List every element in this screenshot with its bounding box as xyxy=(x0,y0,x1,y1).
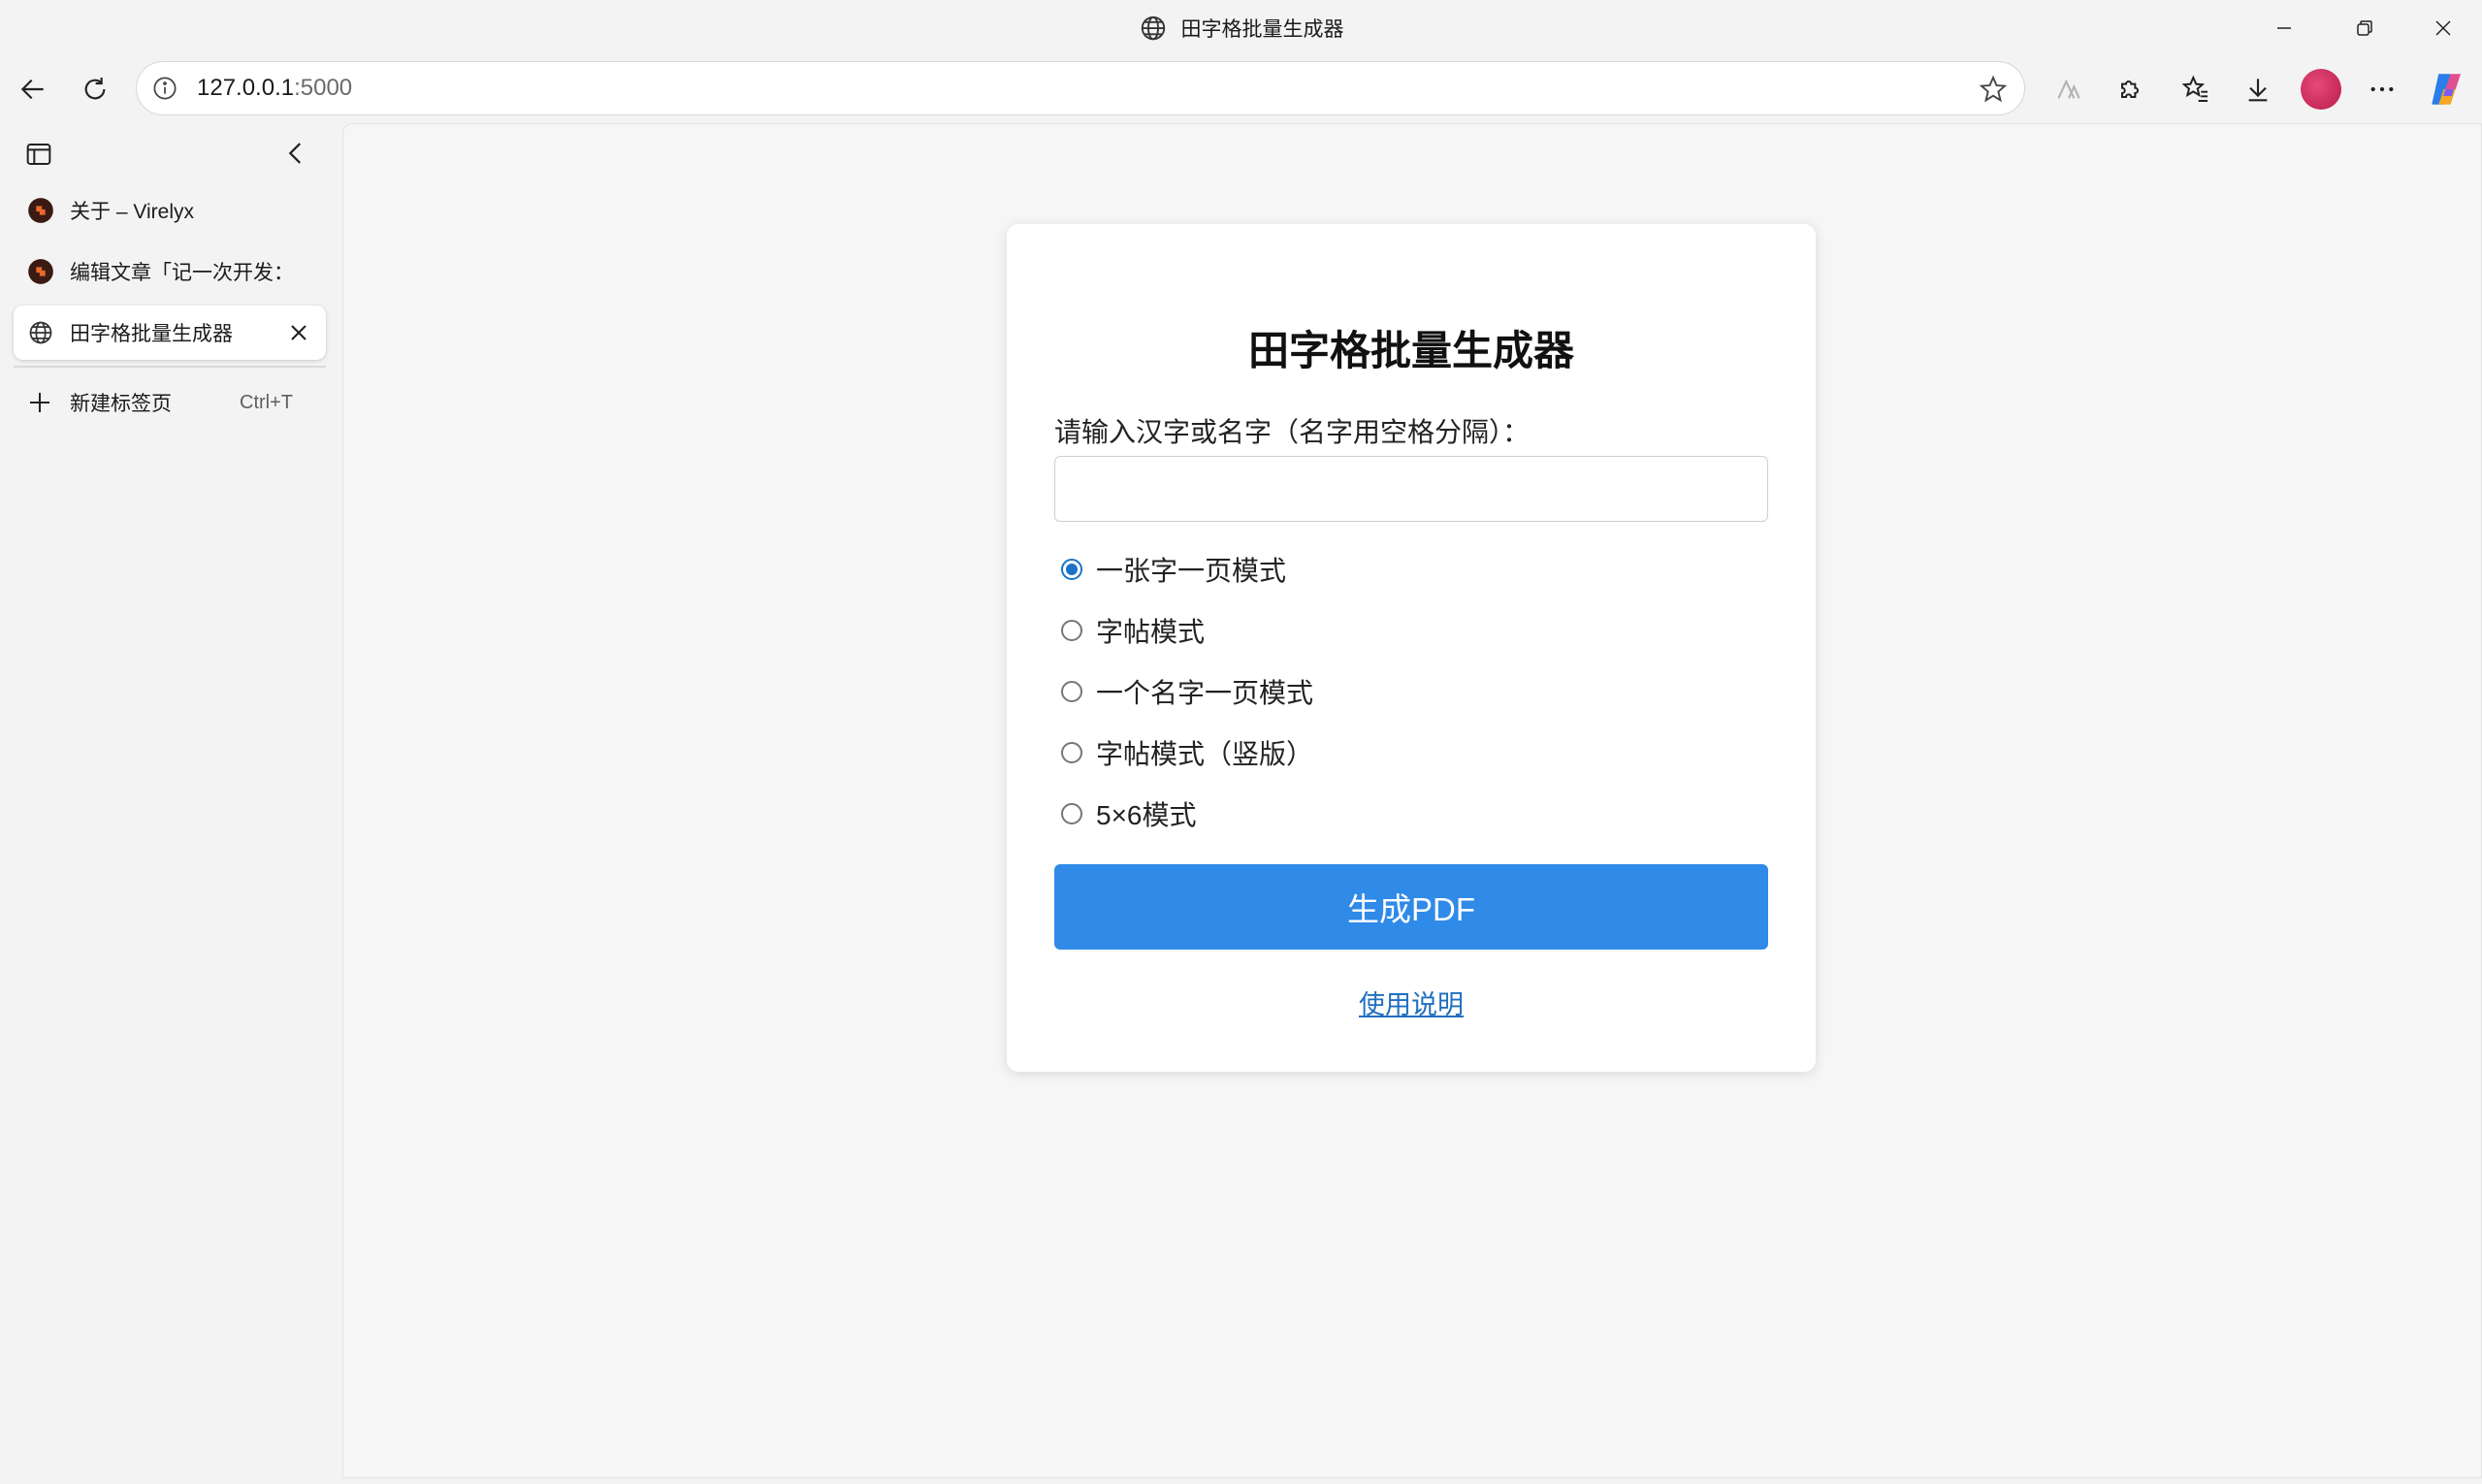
tab-virelyx-about[interactable]: 关于 – Virelyx xyxy=(14,183,326,238)
browser-toolbar: 127.0.0.1:5000 xyxy=(0,55,2482,123)
globe-icon xyxy=(29,321,52,344)
tab-tianzige-generator[interactable]: 田字格批量生成器 xyxy=(14,306,326,360)
downloads-button[interactable] xyxy=(2233,64,2283,114)
more-icon xyxy=(2370,86,2394,92)
url-port: :5000 xyxy=(294,75,353,101)
tab-label: 田字格批量生成器 xyxy=(70,323,233,345)
mode-option-label: 一个名字一页模式 xyxy=(1096,678,1314,708)
window-title-text: 田字格批量生成器 xyxy=(1180,18,1344,41)
usage-help-link[interactable]: 使用说明 xyxy=(1007,984,1816,1021)
globe-icon xyxy=(1141,16,1165,41)
download-icon xyxy=(2248,79,2268,102)
minimize-button[interactable] xyxy=(2244,0,2324,55)
mode-option-label: 一张字一页模式 xyxy=(1096,556,1287,586)
new-tab-button[interactable]: 新建标签页 Ctrl+T xyxy=(14,375,326,430)
read-aloud-icon xyxy=(2057,79,2080,99)
tab-label: 编辑文章「记一次开发： xyxy=(70,262,294,284)
plus-icon xyxy=(30,393,49,412)
favorite-star-icon[interactable] xyxy=(1978,74,2009,105)
favorites-icon xyxy=(2181,75,2208,102)
vertical-tabs-sidebar: 关于 – Virelyx 编辑文章「记一次开发： 田字格批量生成器 新建标签页 … xyxy=(0,123,342,1484)
generate-pdf-button[interactable]: 生成PDF xyxy=(1054,864,1768,950)
input-prompt-label: 请输入汉字或名字（名字用空格分隔）： xyxy=(1054,417,1531,447)
page-title: 田字格批量生成器 xyxy=(1247,328,1574,373)
site-favicon-icon xyxy=(28,198,53,223)
radio-button[interactable] xyxy=(1061,742,1082,763)
mode-option-label: 字帖模式（竖版） xyxy=(1096,739,1314,769)
mode-option-copybook[interactable]: 字帖模式 xyxy=(1061,611,1205,650)
characters-input[interactable] xyxy=(1054,456,1768,522)
refresh-button[interactable] xyxy=(70,64,120,114)
close-tab-icon[interactable] xyxy=(285,319,312,346)
collapse-sidebar-icon[interactable] xyxy=(279,137,312,170)
minimize-icon xyxy=(2277,26,2291,29)
copilot-icon[interactable] xyxy=(2427,69,2467,110)
puzzle-icon xyxy=(2121,81,2139,98)
radio-button[interactable] xyxy=(1061,620,1082,641)
url-host: 127.0.0.1 xyxy=(197,75,295,101)
close-icon xyxy=(2435,19,2451,36)
mode-option-label: 5×6模式 xyxy=(1096,800,1197,830)
title-bar: 田字格批量生成器 xyxy=(0,0,2482,55)
page-viewport: 田字格批量生成器 请输入汉字或名字（名字用空格分隔）： 一张字一页模式 字帖模式… xyxy=(342,123,2482,1478)
profile-avatar[interactable] xyxy=(2301,69,2341,110)
sidebar-divider xyxy=(14,366,326,368)
refresh-icon xyxy=(84,78,106,100)
mode-option-label: 字帖模式 xyxy=(1096,617,1206,647)
radio-button[interactable] xyxy=(1061,681,1082,702)
new-tab-label: 新建标签页 xyxy=(70,393,172,415)
mode-option-5x6[interactable]: 5×6模式 xyxy=(1061,794,1197,833)
extensions-button[interactable] xyxy=(2105,64,2155,114)
back-arrow-icon xyxy=(20,79,44,100)
mode-option-copybook-vertical[interactable]: 字帖模式（竖版） xyxy=(1061,733,1313,772)
radio-button[interactable] xyxy=(1061,803,1082,824)
favorites-button[interactable] xyxy=(2171,64,2221,114)
url-text[interactable]: 127.0.0.1:5000 xyxy=(197,75,352,102)
tab-label: 关于 – Virelyx xyxy=(70,201,194,223)
more-menu-button[interactable] xyxy=(2357,64,2407,114)
mode-option-single-name-page[interactable]: 一个名字一页模式 xyxy=(1061,672,1313,711)
back-button[interactable] xyxy=(8,64,58,114)
restore-button[interactable] xyxy=(2325,0,2404,55)
generator-card: 田字格批量生成器 请输入汉字或名字（名字用空格分隔）： 一张字一页模式 字帖模式… xyxy=(1007,224,1816,1072)
tab-edit-article[interactable]: 编辑文章「记一次开发： xyxy=(14,244,326,299)
info-icon[interactable] xyxy=(150,74,179,103)
window-title: 田字格批量生成器 xyxy=(0,14,2482,43)
radio-button[interactable] xyxy=(1061,559,1082,580)
close-window-button[interactable] xyxy=(2403,0,2482,55)
read-aloud-button[interactable] xyxy=(2044,64,2094,114)
site-favicon-icon xyxy=(28,259,53,284)
address-bar[interactable]: 127.0.0.1:5000 xyxy=(136,61,2025,115)
new-tab-shortcut: Ctrl+T xyxy=(240,391,293,413)
restore-icon xyxy=(2357,19,2372,36)
tab-actions-icon[interactable] xyxy=(23,139,54,170)
mode-option-single-char-page[interactable]: 一张字一页模式 xyxy=(1061,550,1286,589)
